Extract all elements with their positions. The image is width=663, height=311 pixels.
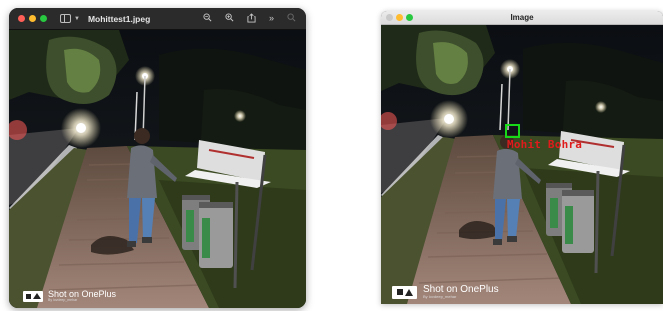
more-icon[interactable]: »	[269, 14, 274, 23]
window-title: Image	[510, 13, 534, 22]
window-controls	[386, 14, 413, 21]
zoom-out-icon[interactable]	[203, 13, 212, 24]
camera-icon	[23, 290, 43, 302]
watermark-subtext: By lovdeep_mehar	[48, 298, 78, 302]
image-window: Image Mohit Bohra Shot on OnePlus By lov…	[381, 11, 663, 304]
watermark: Shot on OnePlus By lovdeep_mehar	[392, 285, 499, 299]
camera-icon	[392, 285, 417, 299]
image-titlebar: Image	[381, 11, 663, 25]
preview-window: ▼ Mohittest1.jpeg » Shot on OnePlus By l…	[9, 8, 306, 308]
sidebar-icon[interactable]	[60, 14, 71, 23]
chevron-down-icon[interactable]: ▼	[74, 16, 80, 22]
preview-titlebar: ▼ Mohittest1.jpeg »	[9, 8, 306, 30]
photo-detection: Mohit Bohra Shot on OnePlus By lovdeep_m…	[381, 25, 663, 304]
share-icon[interactable]	[247, 12, 256, 25]
close-button[interactable]	[386, 14, 393, 21]
window-controls	[18, 15, 47, 22]
zoom-in-icon[interactable]	[225, 13, 234, 24]
night-scene-photo	[9, 30, 306, 308]
watermark: Shot on OnePlus By lovdeep_mehar	[23, 290, 116, 303]
night-scene-photo	[381, 25, 663, 304]
close-button[interactable]	[18, 15, 25, 22]
window-title: Mohittest1.jpeg	[87, 13, 151, 24]
minimize-button[interactable]	[29, 15, 36, 22]
zoom-button[interactable]	[406, 14, 413, 21]
watermark-subtext: By lovdeep_mehar	[423, 294, 457, 299]
zoom-button[interactable]	[40, 15, 47, 22]
photo-original: Shot on OnePlus By lovdeep_mehar	[9, 30, 306, 308]
search-icon[interactable]	[287, 13, 296, 24]
face-detection-label: Mohit Bohra	[507, 138, 583, 151]
face-detection-box	[505, 124, 520, 138]
minimize-button[interactable]	[396, 14, 403, 21]
